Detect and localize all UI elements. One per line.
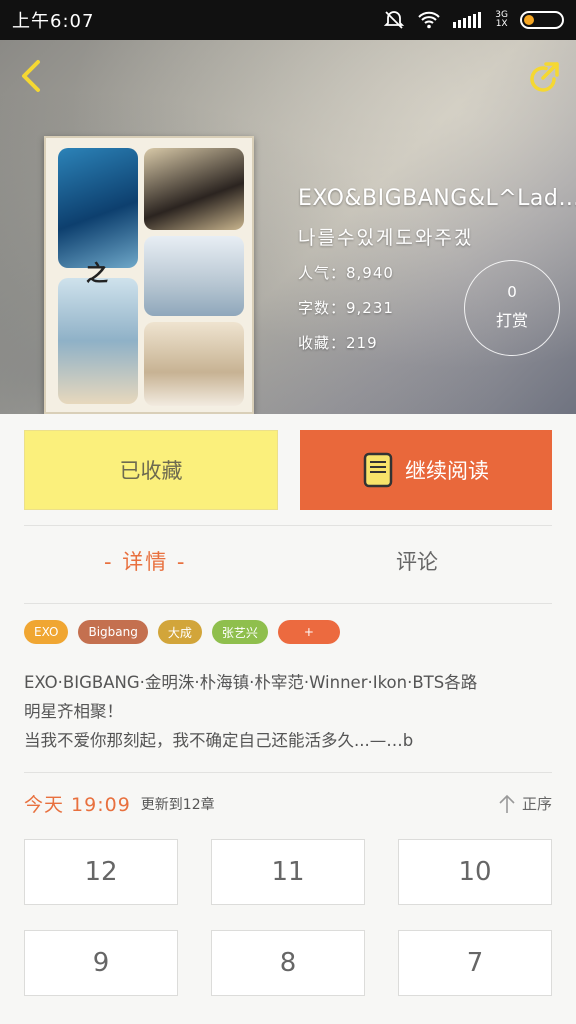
mute-bell-icon	[383, 9, 405, 31]
tip-label: 打赏	[495, 311, 528, 330]
tag-dacheng[interactable]: 大成	[157, 620, 202, 644]
battery-icon	[520, 11, 564, 29]
wifi-icon	[417, 11, 441, 29]
divider	[24, 525, 552, 526]
description-line: EXO·BIGBANG·金明洙·朴海镇·朴宰范·Winner·Ikon·BTS各…	[24, 673, 478, 692]
chapter-button[interactable]: 7	[398, 930, 552, 996]
cover-photo	[58, 278, 138, 404]
tip-button[interactable]: 0 打赏	[464, 260, 560, 356]
sort-arrow-up-icon	[499, 794, 515, 813]
tag-zhangyixing[interactable]: 张艺兴	[211, 620, 268, 644]
back-arrow-icon	[22, 60, 40, 92]
chapter-button[interactable]: 11	[211, 839, 365, 905]
divider	[24, 772, 552, 773]
network-type-label: 3G 1X	[495, 10, 508, 29]
cover-photo	[144, 322, 244, 406]
sort-order-button[interactable]: 正序	[498, 793, 552, 814]
favorited-label: 已收藏	[119, 459, 183, 483]
favorited-button[interactable]: 已收藏	[24, 430, 278, 510]
chapter-button[interactable]: 10	[398, 839, 552, 905]
tab-details[interactable]: - 详情 -	[104, 546, 187, 576]
chapter-button[interactable]: 9	[24, 930, 178, 996]
sort-label: 正序	[521, 795, 552, 813]
cover-photo	[58, 148, 138, 268]
description-line: 明星齐相聚！	[24, 702, 123, 721]
cover-photo	[144, 236, 244, 316]
description-line: 当我不爱你那刻起，我不确定自己还能活多久...—…b	[24, 731, 414, 750]
tag-list: EXO Bigbang 大成 张艺兴 +	[24, 620, 340, 644]
chapter-button[interactable]: 8	[211, 930, 365, 996]
book-description[interactable]: EXO·BIGBANG·金明洙·朴海镇·朴宰范·Winner·Ikon·BTS各…	[24, 668, 552, 755]
add-tag-button[interactable]: +	[277, 620, 340, 644]
book-title: EXO&BIGBANG&L^Lad…	[298, 186, 576, 211]
continue-reading-button[interactable]: 继续阅读	[300, 430, 552, 510]
signal-icon	[453, 12, 483, 28]
tag-bigbang[interactable]: Bigbang	[78, 620, 148, 644]
book-subtitle: 나를수있게도와주겠	[298, 227, 474, 249]
update-text: 更新到12章	[140, 796, 215, 813]
status-time: 上午6:07	[12, 11, 95, 32]
status-bar: 上午6:07 3G 1X	[0, 0, 576, 40]
chapter-button[interactable]: 12	[24, 839, 178, 905]
continue-reading-label: 继续阅读	[405, 459, 489, 483]
divider	[24, 603, 552, 604]
tag-exo[interactable]: EXO	[24, 620, 69, 644]
book-header: 之 EXO&BIGBANG&L^Lad… 나를수있게도와주겠 人气：8,940 …	[0, 40, 576, 414]
update-time: 今天 19:09	[24, 794, 131, 816]
share-button[interactable]	[524, 58, 564, 98]
tip-count: 0	[507, 283, 517, 301]
update-info-row: 今天 19:09 更新到12章 正序	[24, 790, 552, 817]
cover-photo	[144, 148, 244, 230]
cover-letter: 之	[86, 262, 109, 287]
status-icons: 3G 1X	[383, 9, 564, 31]
back-button[interactable]	[14, 58, 50, 94]
tab-comments[interactable]: 评论	[396, 546, 438, 576]
book-icon	[363, 452, 393, 488]
share-icon	[530, 62, 559, 92]
book-cover-image[interactable]: 之	[44, 136, 254, 414]
